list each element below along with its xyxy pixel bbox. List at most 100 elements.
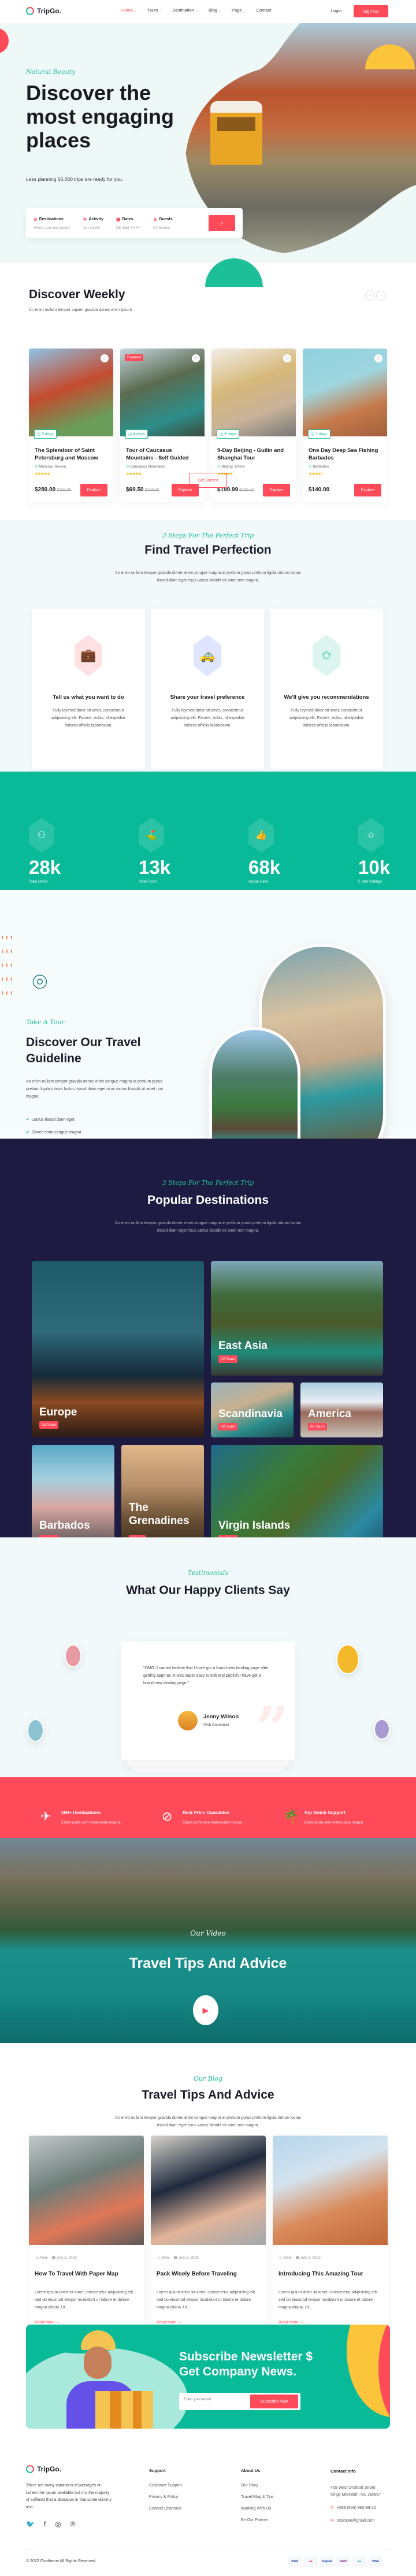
activity-select[interactable]: All Activity bbox=[83, 226, 103, 230]
nav-item-blog[interactable]: Blog ⌄ bbox=[209, 8, 221, 13]
post-title[interactable]: How To Travel With Paper Map bbox=[35, 2271, 118, 2277]
instagram-icon[interactable]: ◎ bbox=[55, 2520, 61, 2528]
tour-title[interactable]: Tour of Caucasus Mountains - Self Guided bbox=[126, 447, 200, 462]
guests-select[interactable]: 2 Persons bbox=[153, 226, 173, 230]
tour-title[interactable]: 9-Day Beijing - Guilin and Shanghai Tour bbox=[217, 447, 291, 462]
tour-title[interactable]: One Day Deep Sea Fishing Barbados bbox=[309, 447, 382, 462]
nav-item-tours[interactable]: Tours ⌄ bbox=[147, 8, 162, 13]
footer-link[interactable]: Be Our Partner bbox=[241, 2518, 274, 2522]
mastercard-icon: ●● bbox=[304, 2556, 318, 2567]
post-author: Alani bbox=[283, 2256, 292, 2260]
item-text: Luctus risusd diam eget bbox=[31, 1118, 75, 1122]
stats-band: ⚇ 28k Total Users ⛳ 13k Total Tours 👍 68… bbox=[0, 772, 416, 890]
logo-icon bbox=[26, 2465, 34, 2473]
nav-label: Home bbox=[121, 8, 133, 13]
section-title: Travel Tips And Advice bbox=[129, 1955, 287, 1971]
destination-tile-america[interactable]: America 02 Tours bbox=[300, 1382, 383, 1437]
author-icon: ☺ bbox=[35, 2256, 39, 2260]
chevron-right-icon: › bbox=[380, 294, 382, 298]
section-description: An enim nullam tempor gravida donec enim… bbox=[115, 1221, 301, 1233]
wishlist-heart-icon[interactable]: ♡ bbox=[192, 354, 200, 362]
stat-label: Total Users bbox=[29, 880, 48, 884]
nav-item-page[interactable]: Page ⌄ bbox=[232, 8, 246, 13]
client-avatar[interactable] bbox=[374, 1719, 390, 1740]
read-more-link[interactable]: Read More → bbox=[278, 2321, 304, 2325]
tour-card[interactable]: ♡ ◷ 5 days The Splendour of Saint Peters… bbox=[29, 349, 113, 502]
field-label: Activity bbox=[88, 217, 103, 221]
email-text: example@gmail.com bbox=[336, 2519, 375, 2523]
tour-count-badge: 02 Tours bbox=[218, 1423, 237, 1430]
twitter-icon[interactable]: 🐦 bbox=[26, 2520, 35, 2528]
read-more-link[interactable]: Read More → bbox=[157, 2321, 182, 2325]
footer-logo[interactable]: TripGo. bbox=[26, 2465, 61, 2473]
tour-count-badge: 02 Tours bbox=[218, 1355, 237, 1363]
guests-field[interactable]: ♙ Guests 2 Persons bbox=[153, 217, 173, 230]
blog-post-card[interactable]: ☺ Alani ▦ July 1, 2022 Pack Wisely Befor… bbox=[151, 2136, 266, 2349]
explore-button[interactable]: Explore bbox=[80, 484, 107, 496]
login-link[interactable]: Login bbox=[331, 8, 341, 13]
email-input[interactable] bbox=[184, 2397, 247, 2401]
dates-input[interactable]: DD-MM-YYYY bbox=[116, 226, 140, 230]
stat-label: 5 Star Ratings bbox=[358, 880, 382, 884]
nav-item-contact[interactable]: Contact bbox=[257, 8, 272, 13]
duration-badge: ◷ 5 days bbox=[34, 429, 57, 439]
destinations-input[interactable]: Where are you going? bbox=[34, 226, 70, 230]
explore-button[interactable]: Explore bbox=[263, 484, 290, 496]
tour-title[interactable]: The Splendour of Saint Petersburg and Mo… bbox=[35, 447, 109, 462]
contact-email[interactable]: ✉ example@gmail.com bbox=[330, 2518, 381, 2525]
search-button[interactable]: ⌕ bbox=[209, 215, 235, 231]
play-video-button[interactable]: ▶ bbox=[193, 1995, 218, 2025]
address-line: Kings Mountain, NC 280867 bbox=[330, 2493, 381, 2497]
tour-card[interactable]: ♡ ◷ 1 days One Day Deep Sea Fishing Barb… bbox=[303, 349, 387, 502]
nav-item-destination[interactable]: Destination ⌄ bbox=[172, 8, 198, 13]
brand-logo[interactable]: TripGo. bbox=[26, 7, 61, 15]
destination-tile-europe[interactable]: Europe 05 Tours bbox=[32, 1261, 204, 1437]
blog-post-card[interactable]: ☺ Alani ▦ July 1, 2022 How To Travel Wit… bbox=[29, 2136, 144, 2349]
author-role: Web Developer bbox=[203, 1723, 229, 1727]
nav-item-home[interactable]: Home ⌄ bbox=[121, 8, 137, 13]
wishlist-heart-icon[interactable]: ♡ bbox=[283, 354, 291, 362]
phone-text: +088 (006) 992-99-10 bbox=[336, 2505, 376, 2510]
wishlist-heart-icon[interactable]: ♡ bbox=[374, 354, 382, 362]
get-started-button[interactable]: Get Started bbox=[189, 473, 227, 488]
activity-field[interactable]: ✈ Activity All Activity bbox=[83, 217, 103, 230]
client-avatar[interactable] bbox=[336, 1644, 359, 1674]
pinterest-icon[interactable]: ℗ bbox=[70, 2520, 76, 2528]
facebook-icon[interactable]: f bbox=[44, 2520, 46, 2528]
client-avatar[interactable] bbox=[27, 1719, 44, 1742]
destination-tile-scandinavia[interactable]: Scandinavia 02 Tours bbox=[211, 1382, 294, 1437]
footer-contact: Contact Info 455 West Orchard Street Kin… bbox=[330, 2468, 381, 2525]
client-avatar[interactable] bbox=[65, 1644, 81, 1667]
destination-name: America bbox=[308, 1408, 351, 1420]
blog-post-card[interactable]: ☺ Alani ▦ July 1, 2022 Introducing This … bbox=[273, 2136, 388, 2349]
footer-link[interactable]: Privacy & Policy bbox=[149, 2495, 182, 2499]
post-title[interactable]: Introducing This Amazing Tour bbox=[278, 2271, 363, 2277]
carousel-prev-button[interactable]: ‹ bbox=[365, 291, 375, 301]
read-more-link[interactable]: Read More → bbox=[35, 2321, 60, 2325]
footer-link[interactable]: Customer Support bbox=[149, 2484, 182, 2488]
footer-link[interactable]: Contact Channels bbox=[149, 2507, 182, 2511]
destination-tile-east-asia[interactable]: East Asia 02 Tours bbox=[211, 1261, 383, 1376]
nav-label: Destination bbox=[172, 8, 194, 13]
paypal-icon: PayPal bbox=[320, 2556, 334, 2567]
tour-location: ⊙ Moscow, Russia bbox=[35, 464, 66, 469]
duration-text: 4 days bbox=[133, 432, 145, 436]
quote-mark-icon: ” bbox=[255, 1694, 289, 1762]
dates-field[interactable]: ▦ Dates DD-MM-YYYY bbox=[116, 217, 140, 230]
destinations-field[interactable]: ⊙ Destinations Where are you going? bbox=[34, 217, 70, 230]
skrill-icon: Skrill bbox=[336, 2556, 350, 2567]
post-title[interactable]: Pack Wisely Before Traveling bbox=[157, 2271, 237, 2277]
footer-link[interactable]: Travel Blog & Tips bbox=[241, 2495, 274, 2499]
old-price: $330.00 bbox=[57, 488, 72, 492]
contact-phone[interactable]: ✆ +088 (006) 992-99-10 bbox=[330, 2505, 381, 2512]
face bbox=[84, 2347, 112, 2379]
footer-about: There are many variations of passages of… bbox=[26, 2484, 112, 2510]
footer-link[interactable]: Our Story bbox=[241, 2484, 274, 2488]
explore-button[interactable]: Explore bbox=[354, 484, 381, 496]
search-icon: ⌕ bbox=[220, 219, 224, 227]
carousel-next-button[interactable]: › bbox=[376, 291, 386, 301]
subscribe-button[interactable]: Subscribe Now bbox=[250, 2395, 298, 2408]
footer-link[interactable]: Working With Us bbox=[241, 2507, 274, 2511]
wishlist-heart-icon[interactable]: ♡ bbox=[101, 354, 109, 362]
signup-button[interactable]: Sign Up bbox=[354, 5, 388, 17]
